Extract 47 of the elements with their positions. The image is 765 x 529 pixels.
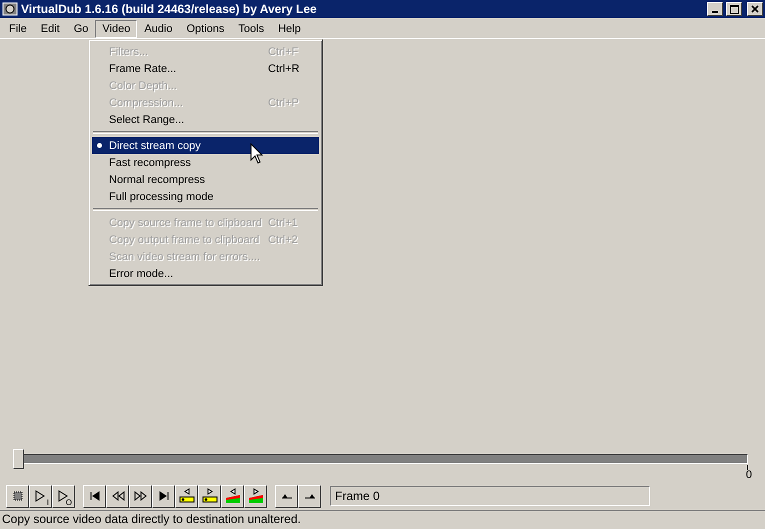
menu-item[interactable]: Video xyxy=(95,20,138,38)
window-title: VirtualDub 1.6.16 (build 24463/release) by Avery Lee xyxy=(21,2,318,16)
rewind-icon xyxy=(110,488,126,504)
toolbar-button[interactable] xyxy=(129,484,152,508)
fast-forward-icon xyxy=(132,488,148,504)
toolbar-button[interactable] xyxy=(6,484,29,508)
toolbar-button[interactable] xyxy=(275,484,298,508)
menu-item[interactable]: Audio xyxy=(137,20,180,38)
slider-thumb[interactable] xyxy=(13,449,24,469)
menu-option[interactable]: Fast recompress xyxy=(92,154,319,171)
frame-field: Frame 0 xyxy=(330,486,650,506)
key-icon xyxy=(202,488,218,504)
menu-item[interactable]: Options xyxy=(179,20,232,38)
menu-option[interactable]: Full processing mode xyxy=(92,188,319,205)
toolbar-button[interactable] xyxy=(221,484,244,508)
scale-label: 0 xyxy=(746,469,752,481)
menu-item[interactable]: Tools xyxy=(231,20,272,38)
status-text: Copy source video data directly to destination unaltered. xyxy=(0,510,765,529)
menu-option[interactable]: Select Range... xyxy=(92,111,319,128)
menu-item[interactable]: Help xyxy=(271,20,308,38)
minimize-button[interactable] xyxy=(707,2,723,16)
maximize-icon xyxy=(730,4,738,14)
menu-option[interactable]: Normal recompress xyxy=(92,171,319,188)
toolbar-button[interactable] xyxy=(244,484,267,508)
menu-item[interactable]: File xyxy=(2,20,34,38)
toolbar-button[interactable]: O xyxy=(52,484,75,508)
maximize-button[interactable] xyxy=(726,2,742,16)
close-button[interactable] xyxy=(747,2,763,16)
scene-icon xyxy=(248,488,264,504)
menu-option[interactable]: Error mode... xyxy=(92,265,319,282)
toolbar-button[interactable] xyxy=(152,484,175,508)
toolbar-button[interactable] xyxy=(83,484,106,508)
close-icon xyxy=(751,5,759,13)
toolbar-button[interactable] xyxy=(198,484,221,508)
toolbar-button[interactable]: I xyxy=(29,484,52,508)
toolbar-button[interactable] xyxy=(298,484,321,508)
menu-option[interactable]: Frame Rate... Ctrl+R xyxy=(92,60,319,77)
menu-item[interactable]: Go xyxy=(66,20,96,38)
position-slider[interactable] xyxy=(14,449,748,469)
key-icon xyxy=(178,488,194,504)
scene-icon xyxy=(224,488,240,504)
pointer-icon xyxy=(250,143,264,165)
toolbar-button[interactable] xyxy=(106,484,129,508)
toolbar-button[interactable] xyxy=(175,484,198,508)
app-icon xyxy=(2,2,18,16)
menu-option[interactable]: Direct stream copy xyxy=(92,137,319,154)
menu-item[interactable]: Edit xyxy=(34,20,67,38)
